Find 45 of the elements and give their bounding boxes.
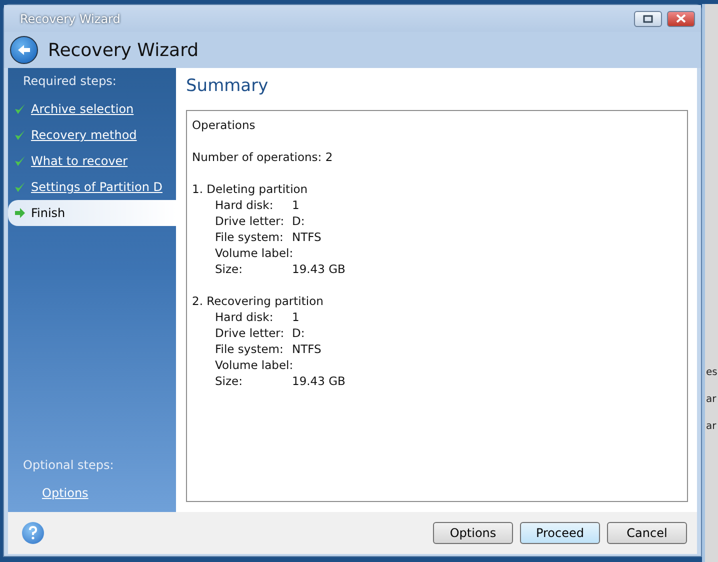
window-title: Recovery Wizard	[20, 12, 120, 26]
field-value: NTFS	[292, 229, 322, 245]
dialog-button[interactable]: Cancel	[607, 522, 687, 544]
close-button[interactable]	[667, 10, 695, 26]
field-value: D:	[292, 213, 305, 229]
wizard-heading: Recovery Wizard	[48, 40, 199, 60]
field-label: Drive letter:	[215, 325, 286, 341]
operations-count: Number of operations: 2	[192, 149, 334, 165]
field-label: Volume label:	[215, 245, 292, 261]
partial-text: ar	[706, 421, 718, 432]
restore-icon	[643, 14, 653, 22]
dialog-button[interactable]: Proceed	[520, 522, 600, 544]
summary-heading: Operations	[192, 117, 256, 133]
field-label: Hard disk:	[215, 309, 274, 325]
field-value: NTFS	[292, 341, 322, 357]
back-arrow-icon	[17, 44, 31, 56]
field-label: Size:	[215, 261, 244, 277]
field-value: D:	[292, 325, 305, 341]
field-label: Size:	[215, 373, 244, 389]
partial-text: es	[706, 367, 718, 378]
operation-title: 1. Deleting partition	[192, 181, 309, 197]
field-label: File system:	[215, 341, 284, 357]
page-title: Summary	[186, 76, 270, 96]
step-item[interactable]: Settings of Partition D	[8, 174, 176, 200]
close-icon	[676, 14, 686, 23]
section-label: Required steps:	[22, 74, 118, 90]
field-value: 1	[292, 309, 300, 325]
operation-title: 2. Recovering partition	[192, 293, 324, 309]
step-item[interactable]: Recovery method	[8, 122, 176, 148]
help-icon[interactable]	[22, 522, 44, 544]
field-label: Volume label:	[215, 357, 292, 373]
step-item[interactable]: Archive selection	[8, 96, 176, 122]
field-value: 19.43 GB	[292, 261, 346, 277]
step-item[interactable]: Finish	[8, 200, 178, 226]
field-label: File system:	[215, 229, 284, 245]
field-label: Hard disk:	[215, 197, 274, 213]
back-button[interactable]	[10, 36, 38, 64]
dialog-button[interactable]: Options	[433, 522, 513, 544]
partial-text: ar	[706, 394, 718, 405]
step-item[interactable]: What to recover	[8, 148, 176, 174]
field-value: 19.43 GB	[292, 373, 346, 389]
section-label: Optional steps:	[22, 458, 115, 474]
restore-button[interactable]	[634, 10, 662, 26]
field-label: Drive letter:	[215, 213, 286, 229]
field-value: 1	[292, 197, 300, 213]
